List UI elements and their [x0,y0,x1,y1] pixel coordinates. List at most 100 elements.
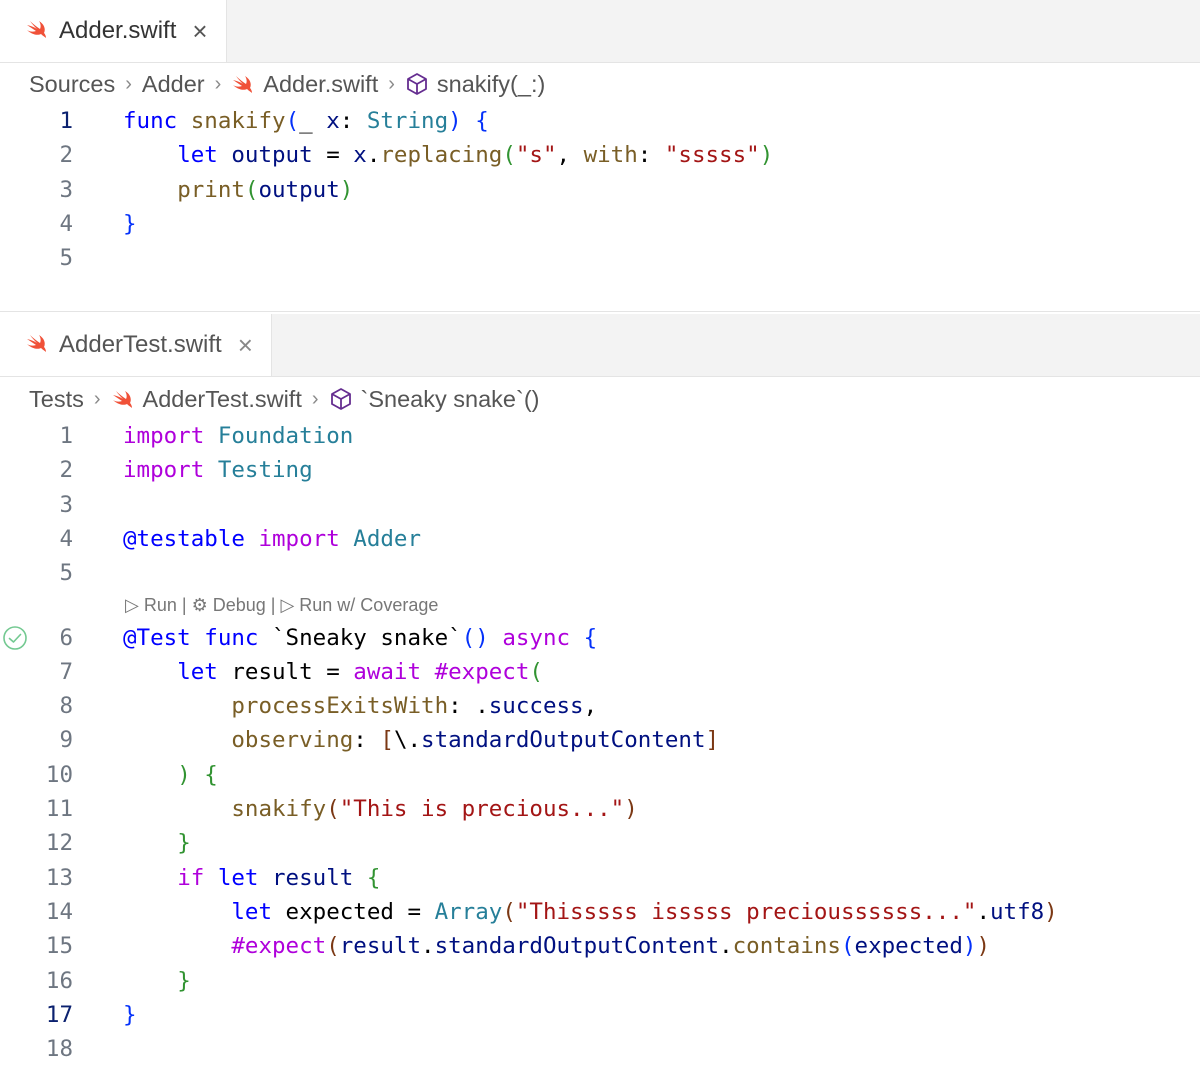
code-token: import [123,457,205,484]
breadcrumb-file[interactable]: AdderTest.swift [143,386,302,413]
bug-icon[interactable]: ⚙ [192,595,213,616]
code-token: if [177,864,205,891]
code-text: snakify("This is precious...") [123,792,638,826]
code-line[interactable]: 1 import Foundation [0,419,1200,453]
code-token: ) [976,933,990,960]
line-number: 2 [59,142,73,169]
breadcrumb-folder[interactable]: Sources [29,71,115,98]
line-number: 16 [45,967,73,994]
breadcrumb-symbol[interactable]: snakify(_:) [437,71,545,98]
code-token: `Sneaky snake` [258,624,462,651]
code-token: ( [502,142,516,169]
code-line[interactable]: 5 [0,556,1200,590]
tab-adder-swift[interactable]: Adder.swift × [0,0,227,62]
close-icon[interactable]: × [238,332,253,358]
code-line[interactable]: 5 [0,241,1200,275]
code-token: ) [1044,898,1058,925]
code-line[interactable]: 17} [0,998,1200,1032]
code-token: expected = [272,898,435,925]
code-token: ) [759,142,774,169]
code-line[interactable]: 6 @Test func `Sneaky snake`() async { [0,621,1200,655]
breadcrumb-folder[interactable]: Tests [29,386,84,413]
tab-addertest-swift[interactable]: AdderTest.swift × [0,314,272,376]
chevron-right-icon: › [93,387,101,410]
code-text: } [123,998,137,1032]
code-line[interactable]: 10 ) { [0,758,1200,792]
close-icon[interactable]: × [192,18,207,44]
run-button[interactable]: Run [144,595,177,616]
breadcrumb-file[interactable]: Adder.swift [263,71,378,98]
code-line[interactable]: 18 [0,1032,1200,1066]
line-number: 5 [59,245,73,272]
breadcrumb-module[interactable]: Adder [142,71,205,98]
code-token: ) [448,108,462,134]
code-token: ( [502,898,516,925]
code-token: snakify [231,796,327,822]
code-line[interactable]: 15 #expect(result.standardOutputContent.… [0,929,1200,963]
code-token: result [272,864,354,891]
method-cube-icon [329,387,353,411]
code-line[interactable]: 2 let output = x.replacing("s", with: "s… [0,138,1200,172]
code-line[interactable]: 2 import Testing [0,453,1200,487]
code-text: func snakify(_ x: String) { [123,104,489,138]
code-token: ) [624,796,638,822]
code-token: utf8 [989,898,1045,925]
pane-divider[interactable] [0,311,1200,312]
coverage-icon[interactable]: ▷ [280,595,299,616]
code-token: print [177,176,245,203]
code-line[interactable]: 9 observing: [\.standardOutputContent] [0,723,1200,757]
code-token: } [177,830,191,857]
code-line[interactable]: 3 [0,488,1200,522]
code-line[interactable]: 4} [0,207,1200,241]
code-token: ( [285,108,300,134]
code-line[interactable]: 7 let result = await #expect( [0,655,1200,689]
code-text: @testable import Adder [123,522,421,556]
code-token: ( [529,658,543,685]
code-token: ( [326,796,340,822]
code-text: print(output) [123,173,353,207]
code-token: ) [962,933,977,960]
debug-button[interactable]: Debug [213,595,266,616]
code-line[interactable]: 14 let expected = Array("Thisssss isssss… [0,895,1200,929]
code-line[interactable]: 12 } [0,826,1200,860]
code-token: { [204,761,218,788]
code-token: } [123,1001,137,1028]
code-token: ( [244,176,259,203]
chevron-right-icon: › [311,387,319,410]
breadcrumb: Sources › Adder › Adder.swift › snakify(… [29,64,545,104]
code-token: ( [326,933,340,960]
tab-bar: Adder.swift × [0,0,1200,63]
code-line[interactable]: 8 processExitsWith: .success, [0,689,1200,723]
codelens-separator: | [176,595,192,615]
code-text: @Test func `Sneaky snake`() async { [123,621,597,655]
codelens-separator: | [265,595,281,615]
code-line[interactable]: 1 func snakify(_ x: String) { [0,104,1200,138]
code-token: . [976,898,990,925]
code-text: import Foundation [123,419,353,453]
code-token: \. [393,727,422,754]
line-number: 13 [45,864,73,891]
code-token: with [583,142,638,169]
code-line[interactable]: 16 } [0,964,1200,998]
chevron-right-icon: › [125,72,132,95]
tab-title: Adder.swift [59,17,177,44]
code-line[interactable]: 11 snakify("This is precious...") [0,792,1200,826]
code-token: func [204,624,259,651]
run-coverage-button[interactable]: Run w/ Coverage [299,595,438,616]
code-line[interactable]: 3 print(output) [0,173,1200,207]
breadcrumb-symbol[interactable]: `Sneaky snake`() [361,386,540,413]
code-line[interactable]: 4 @testable import Adder [0,522,1200,556]
code-token: snakify [190,108,286,134]
play-icon[interactable]: ▷ [125,595,144,616]
code-line[interactable]: 13 if let result { [0,861,1200,895]
code-token: result [339,933,422,960]
code-token: . [366,142,381,169]
